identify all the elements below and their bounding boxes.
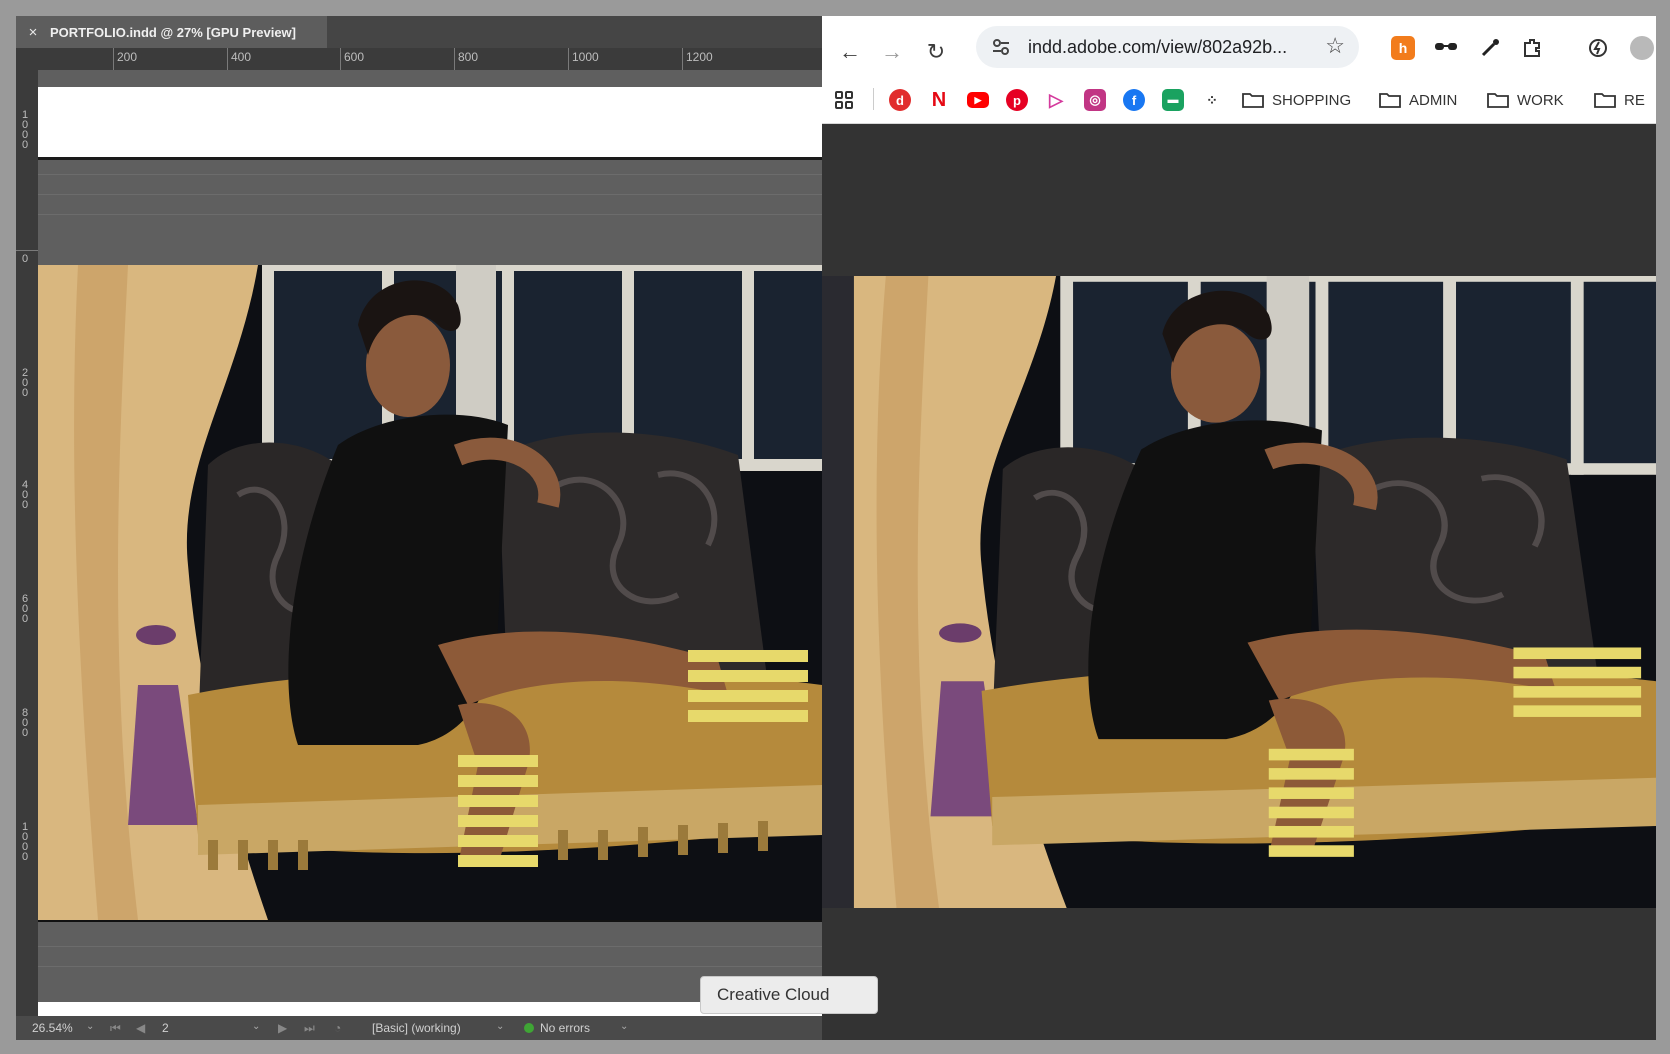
document-tab[interactable]: × PORTFOLIO.indd @ 27% [GPU Preview]: [16, 16, 327, 48]
url-text[interactable]: indd.adobe.com/view/802a92b...: [1028, 37, 1287, 58]
last-page-icon[interactable]: ⏭: [304, 1021, 315, 1036]
guide-line: [38, 214, 822, 215]
browser-window: ← → ↻ indd.adobe.com/view/802a92b... ☆ h: [822, 16, 1656, 1040]
photo-illustration: [822, 276, 1656, 908]
chevron-down-icon[interactable]: ⌄: [86, 1021, 94, 1032]
ruler-tick: 400: [227, 48, 251, 70]
bookmark-folder-work[interactable]: WORK: [1487, 88, 1564, 112]
folder-label: RE: [1624, 91, 1645, 109]
chevron-down-icon[interactable]: ⌄: [252, 1021, 260, 1032]
page-spread-top[interactable]: [38, 87, 822, 160]
ruler-label: 600: [21, 593, 29, 625]
placed-photo-frame[interactable]: [38, 265, 822, 922]
bookmark-youtube-icon[interactable]: ▶: [967, 88, 989, 112]
bookmark-folder-admin[interactable]: ADMIN: [1379, 88, 1457, 112]
bookmark-facebook-icon[interactable]: f: [1123, 88, 1145, 112]
zoom-level[interactable]: 26.54%: [32, 1021, 73, 1035]
profile-avatar[interactable]: [1628, 34, 1656, 62]
horizontal-ruler[interactable]: 200 400 600 800 1000 1200: [16, 48, 822, 71]
first-page-icon[interactable]: ⏮: [110, 1021, 121, 1036]
ruler-tick: 1000: [568, 48, 599, 70]
apps-grid-icon[interactable]: [834, 88, 854, 112]
preflight-status: No errors: [524, 1021, 590, 1035]
pasteboard[interactable]: [38, 70, 822, 1016]
bookmark-instagram-icon[interactable]: ◎: [1084, 88, 1106, 112]
ruler-label: 1000: [21, 109, 29, 151]
ruler-tick: 1200: [682, 48, 713, 70]
incognito-glasses-icon[interactable]: [1432, 34, 1460, 62]
bookmarks-bar: d N ▶ p ▷ ◎ f ▬ ⁘ SHOPPING ADMIN WORK RE: [822, 80, 1656, 120]
status-dot-icon: [524, 1023, 534, 1033]
folder-icon: [1242, 93, 1264, 108]
photo-illustration: [38, 265, 822, 920]
bookmark-pinterest-icon[interactable]: p: [1006, 88, 1028, 112]
address-bar[interactable]: indd.adobe.com/view/802a92b... ☆: [976, 26, 1359, 68]
chevron-down-icon[interactable]: ⌄: [496, 1021, 504, 1032]
bookmark-sheet-icon[interactable]: ▬: [1162, 88, 1184, 112]
guide-line: [38, 194, 822, 195]
ruler-tick: 800: [454, 48, 478, 70]
back-arrow-icon[interactable]: ←: [832, 34, 868, 70]
status-bar: 26.54% ⌄ ⏮ ◀ 2 ⌄ ▶ ⏭ ◔ [Basic] (working)…: [16, 1016, 822, 1040]
bookmark-netflix-icon[interactable]: N: [928, 88, 950, 112]
extensions-puzzle-icon[interactable]: [1518, 34, 1546, 62]
bookmark-folder-shopping[interactable]: SHOPPING: [1242, 88, 1351, 112]
ruler-tick: 600: [340, 48, 364, 70]
page-number-field[interactable]: 2: [162, 1021, 169, 1035]
folder-icon: [1594, 93, 1616, 108]
eyedropper-icon[interactable]: [1476, 34, 1504, 62]
ruler-label: 1000: [21, 821, 29, 863]
reload-icon[interactable]: ↻: [918, 34, 954, 70]
folder-icon: [1487, 93, 1509, 108]
guide-line: [38, 966, 822, 967]
folder-label: SHOPPING: [1272, 91, 1352, 109]
guide-line: [38, 174, 822, 175]
browser-toolbar: ← → ↻ indd.adobe.com/view/802a92b... ☆ h: [822, 16, 1656, 124]
folder-label: ADMIN: [1409, 91, 1458, 109]
folder-icon: [1379, 93, 1401, 108]
ruler-label: 800: [21, 707, 29, 739]
document-title: PORTFOLIO.indd @ 27% [GPU Preview]: [50, 24, 296, 40]
extension-orange-icon[interactable]: h: [1389, 34, 1417, 62]
ruler-tick: [16, 250, 38, 251]
document-tab-bar: × PORTFOLIO.indd @ 27% [GPU Preview]: [16, 16, 822, 48]
preflight-profile[interactable]: [Basic] (working): [372, 1021, 461, 1035]
bookmark-dots-icon[interactable]: ⁘: [1201, 88, 1223, 112]
ruler-label: 0: [21, 253, 29, 265]
tooltip: Creative Cloud: [700, 976, 878, 1014]
preflight-spinner-icon: ◔: [334, 1021, 342, 1035]
chevron-down-icon[interactable]: ⌄: [620, 1021, 628, 1032]
folder-label: WORK: [1517, 91, 1564, 109]
indesign-window: × PORTFOLIO.indd @ 27% [GPU Preview] 200…: [16, 16, 822, 1040]
prev-page-icon[interactable]: ◀: [136, 1021, 145, 1035]
bookmark-play-icon[interactable]: ▷: [1045, 88, 1067, 112]
guide-line: [38, 946, 822, 947]
ruler-tick: 200: [113, 48, 137, 70]
close-tab-icon[interactable]: ×: [16, 24, 50, 41]
bookmark-folder-re[interactable]: RE: [1594, 88, 1645, 112]
vertical-ruler[interactable]: 1000 0 200 400 600 800 1000: [16, 70, 39, 1016]
ruler-label: 400: [21, 479, 29, 511]
forward-arrow-icon[interactable]: →: [874, 34, 910, 70]
published-photo[interactable]: [822, 276, 1656, 908]
bookmark-divider: [873, 88, 874, 110]
bookmark-d-icon[interactable]: d: [889, 88, 911, 112]
performance-icon[interactable]: [1584, 34, 1612, 62]
next-page-icon[interactable]: ▶: [278, 1021, 287, 1035]
ruler-label: 200: [21, 367, 29, 399]
site-settings-icon[interactable]: [990, 36, 1012, 58]
publish-online-viewer: [822, 124, 1656, 1040]
bookmark-star-icon[interactable]: ☆: [1325, 33, 1345, 59]
